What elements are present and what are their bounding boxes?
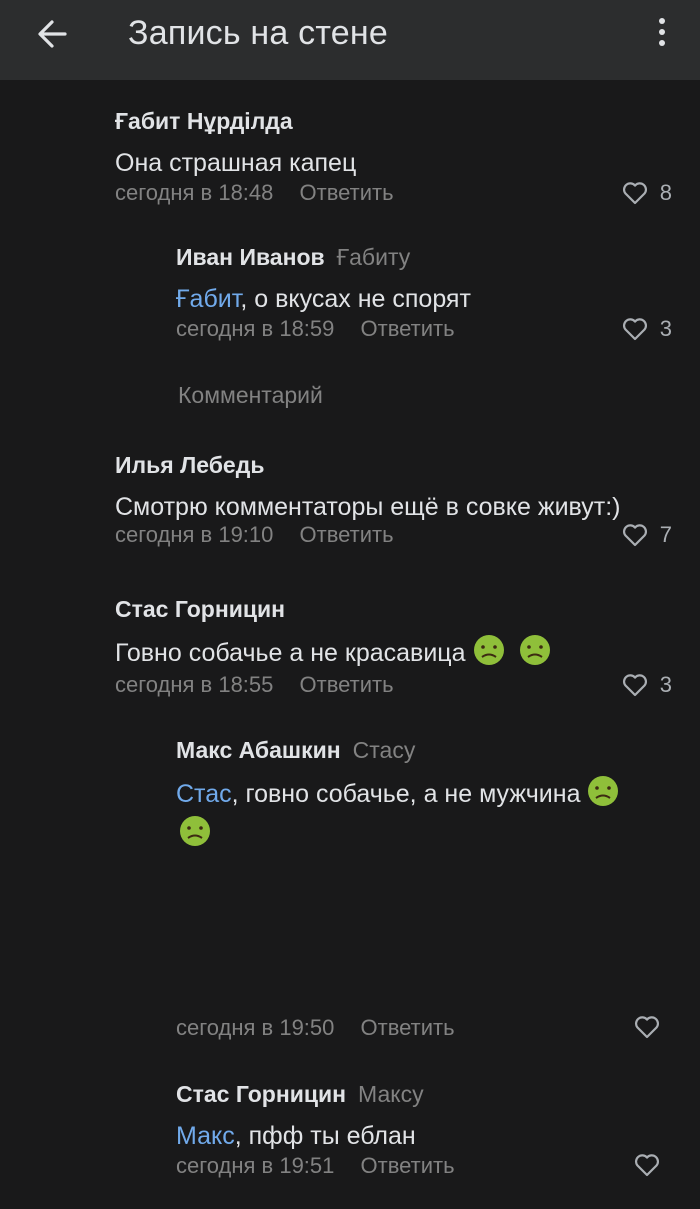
mention-link[interactable]: Макс: [176, 1122, 235, 1150]
like-button[interactable]: [634, 1153, 672, 1177]
comment-author[interactable]: Ғабит Нұрділда: [115, 108, 293, 134]
comment-input[interactable]: Комментарий: [178, 382, 323, 409]
page-title: Запись на стене: [128, 14, 388, 52]
like-count: 3: [659, 316, 672, 341]
comment-time: сегодня в 18:55: [115, 672, 274, 697]
like-count: 8: [659, 180, 672, 205]
reply-button[interactable]: Ответить: [300, 522, 394, 547]
more-vertical-icon-dot: [659, 29, 665, 35]
like-button[interactable]: [634, 1015, 672, 1039]
more-vertical-icon: [659, 18, 665, 24]
heart-icon: [622, 182, 647, 205]
like-button[interactable]: 3: [622, 672, 672, 698]
comment-text: Ғабит, о вкусах не спорят: [176, 281, 471, 317]
comment-author[interactable]: Иван Иванов: [176, 244, 325, 270]
nauseated-face-emoji: [519, 635, 550, 665]
like-count: 3: [659, 672, 672, 697]
comment-time: сегодня в 19:50: [176, 1015, 335, 1040]
nauseated-face-emoji: [473, 635, 504, 665]
comment-author[interactable]: Илья Лебедь: [115, 452, 264, 478]
comment-meta: сегодня в 19:10 Ответить: [115, 522, 394, 548]
reply-to-label[interactable]: Максу: [358, 1081, 424, 1107]
comment-time: сегодня в 19:51: [176, 1153, 335, 1178]
reply-button[interactable]: Ответить: [300, 672, 394, 697]
reply-button[interactable]: Ответить: [361, 1153, 455, 1178]
comment-text-body: , о вкусах не спорят: [240, 285, 471, 313]
back-button[interactable]: [30, 12, 74, 56]
more-menu-button[interactable]: [646, 12, 678, 52]
reply-button[interactable]: Ответить: [361, 1015, 455, 1040]
comment-time: сегодня в 18:48: [115, 180, 274, 205]
heart-icon: [634, 1154, 660, 1177]
comment-author[interactable]: Стас Горницин: [115, 596, 285, 622]
reply-to-label[interactable]: Ғабиту: [337, 244, 411, 270]
mention-link[interactable]: Стас: [176, 780, 232, 808]
heart-icon: [634, 1016, 660, 1039]
reply-button[interactable]: Ответить: [361, 316, 455, 341]
comment-meta: сегодня в 19:51 Ответить: [176, 1153, 455, 1179]
comment-meta: сегодня в 18:55 Ответить: [115, 672, 394, 698]
reply-button[interactable]: Ответить: [300, 180, 394, 205]
comment-text: Макс, пфф ты еблан: [176, 1118, 424, 1154]
like-button[interactable]: 7: [622, 522, 672, 548]
heart-icon: [622, 524, 647, 547]
nauseated-face-emoji: [588, 776, 619, 806]
mention-link[interactable]: Ғабит: [176, 285, 240, 313]
comment-meta: сегодня в 18:48 Ответить: [115, 180, 394, 206]
comment-meta: сегодня в 18:59 Ответить: [176, 316, 455, 342]
like-button[interactable]: 3: [622, 316, 672, 342]
nauseated-face-emoji: [180, 816, 210, 846]
comment-text: Смотрю комментаторы ещё в совке живут:): [115, 493, 621, 521]
comment-time: сегодня в 19:10: [115, 522, 274, 547]
comment-text-body: , говно собачье, а не мужчина: [231, 780, 581, 808]
comment-text: Стас, говно собачье, а не мужчина: [176, 774, 656, 854]
comment-author[interactable]: Макс Абашкин: [176, 737, 341, 763]
arrow-left-icon: [38, 20, 67, 48]
top-app-bar: Запись на стене: [0, 0, 700, 80]
heart-icon: [622, 674, 647, 697]
like-button[interactable]: 8: [622, 180, 672, 206]
comment-text-body: Говно собачье а не красавица: [115, 639, 466, 667]
comment-meta: сегодня в 19:50 Ответить: [176, 1015, 455, 1041]
heart-icon: [622, 318, 647, 341]
like-count: 7: [659, 522, 672, 547]
comment-time: сегодня в 18:59: [176, 316, 335, 341]
comment-author[interactable]: Стас Горницин: [176, 1081, 346, 1107]
comment-text-body: , пфф ты еблан: [234, 1122, 416, 1150]
more-vertical-icon-dot: [659, 40, 665, 46]
comment-text: Говно собачье а не красавица: [115, 633, 552, 671]
comment-text: Она страшная капец: [115, 149, 357, 177]
reply-to-label[interactable]: Стасу: [353, 737, 416, 763]
